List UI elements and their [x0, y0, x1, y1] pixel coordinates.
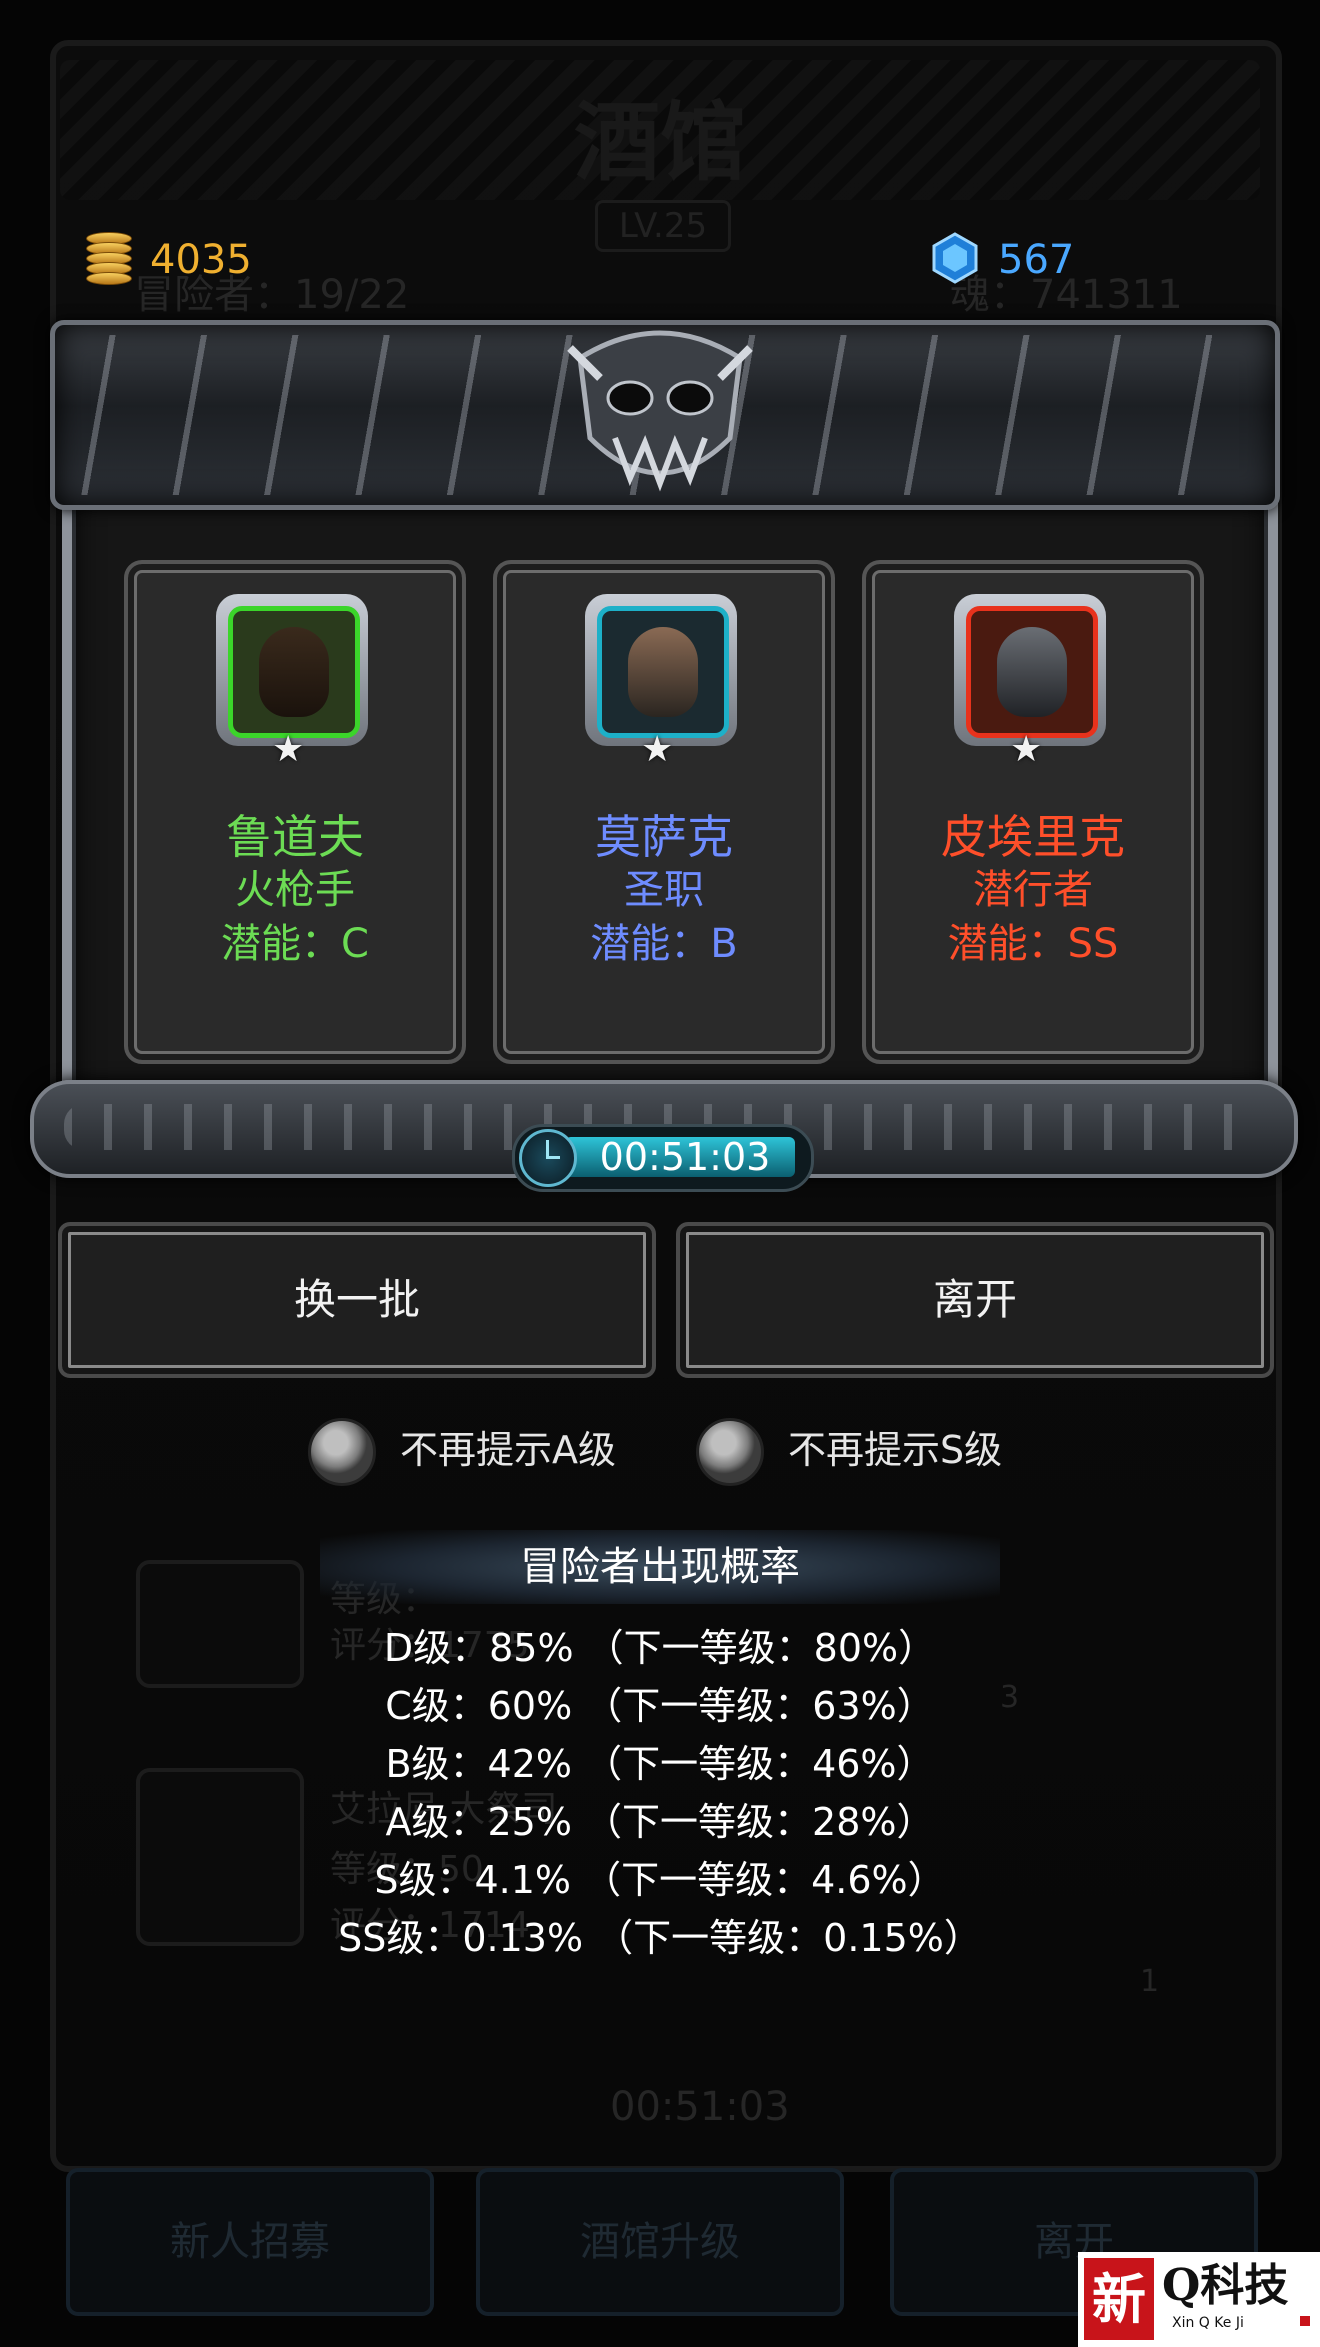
- probability-line: SS级：0.13% （下一等级：0.15%）: [338, 1916, 982, 1960]
- toggle-label: 不再提示S级: [788, 1428, 1003, 1472]
- hero-class: 圣职: [624, 867, 704, 913]
- probability-line: D级：85% （下一等级：80%）: [383, 1626, 937, 1670]
- probability-line: S级：4.1% （下一等级：4.6%）: [374, 1858, 946, 1902]
- gold-amount: 4035: [150, 237, 252, 283]
- gem-icon: [930, 232, 980, 284]
- hero-potential: 潜能：B: [590, 921, 738, 967]
- hero-name: 莫萨克: [595, 810, 733, 864]
- probability-title: 冒险者出现概率: [320, 1530, 1000, 1604]
- refresh-batch-button[interactable]: 换一批: [58, 1222, 656, 1378]
- hero-frame-1: [228, 606, 360, 738]
- hero-name: 皮埃里克: [941, 810, 1125, 864]
- probability-line: A级：25% （下一等级：28%）: [385, 1800, 935, 1844]
- hero-name: 鲁道夫: [226, 810, 364, 864]
- watermark-mark: 新: [1084, 2258, 1154, 2340]
- background-upgrade-button: 酒馆升级: [476, 2168, 844, 2316]
- watermark-name: Q科技: [1162, 2260, 1289, 2311]
- hero-portrait-3: ★: [954, 594, 1106, 768]
- refresh-timer: 00:51:03: [512, 1124, 814, 1192]
- gold-coin-icon: [86, 232, 132, 285]
- watermark-sub: Xin Q Ke Ji: [1172, 2315, 1244, 2331]
- watermark-dot: [1300, 2316, 1310, 2326]
- gem-amount: 567: [998, 237, 1075, 283]
- watermark-logo: 新 Q科技 Xin Q Ke Ji: [1078, 2252, 1320, 2347]
- probability-line: C级：60% （下一等级：63%）: [385, 1684, 935, 1728]
- hero-potential: 潜能：SS: [947, 921, 1119, 967]
- toggle-label: 不再提示A级: [400, 1428, 616, 1472]
- background-recruit-button: 新人招募: [66, 2168, 434, 2316]
- gunner-avatar-icon: [259, 627, 329, 717]
- background-timer: 00:51:03: [610, 2084, 790, 2130]
- hero-class: 火枪手: [235, 867, 355, 913]
- ninja-avatar-icon: [997, 627, 1067, 717]
- star-icon: ★: [641, 729, 674, 770]
- star-icon: ★: [272, 729, 305, 770]
- priest-avatar-icon: [628, 627, 698, 717]
- skull-ornament-icon: [560, 318, 760, 508]
- hero-frame-2: [597, 606, 729, 738]
- hero-potential: 潜能：C: [221, 921, 369, 967]
- hero-card-1[interactable]: ★ 鲁道夫 火枪手 潜能：C: [124, 560, 466, 1064]
- no-prompt-a-toggle[interactable]: 不再提示A级: [308, 1418, 648, 1486]
- hero-card-2[interactable]: ★ 莫萨克 圣职 潜能：B: [493, 560, 835, 1064]
- hero-portrait-1: ★: [216, 594, 368, 768]
- hero-frame-3: [966, 606, 1098, 738]
- radio-icon[interactable]: [696, 1418, 764, 1486]
- probability-line: B级：42% （下一等级：46%）: [385, 1742, 935, 1786]
- background-level: LV.25: [595, 200, 731, 252]
- background-title: 酒馆: [574, 92, 746, 193]
- clock-icon: [519, 1129, 577, 1187]
- timer-text: 00:51:03: [599, 1135, 771, 1179]
- background-badge-2: 1: [1140, 1964, 1160, 1999]
- star-icon: ★: [1010, 729, 1043, 770]
- hero-class: 潜行者: [973, 867, 1093, 913]
- no-prompt-s-toggle[interactable]: 不再提示S级: [696, 1418, 1036, 1486]
- hero-card-3[interactable]: ★ 皮埃里克 潜行者 潜能：SS: [862, 560, 1204, 1064]
- radio-icon[interactable]: [308, 1418, 376, 1486]
- leave-button[interactable]: 离开: [676, 1222, 1274, 1378]
- hero-portrait-2: ★: [585, 594, 737, 768]
